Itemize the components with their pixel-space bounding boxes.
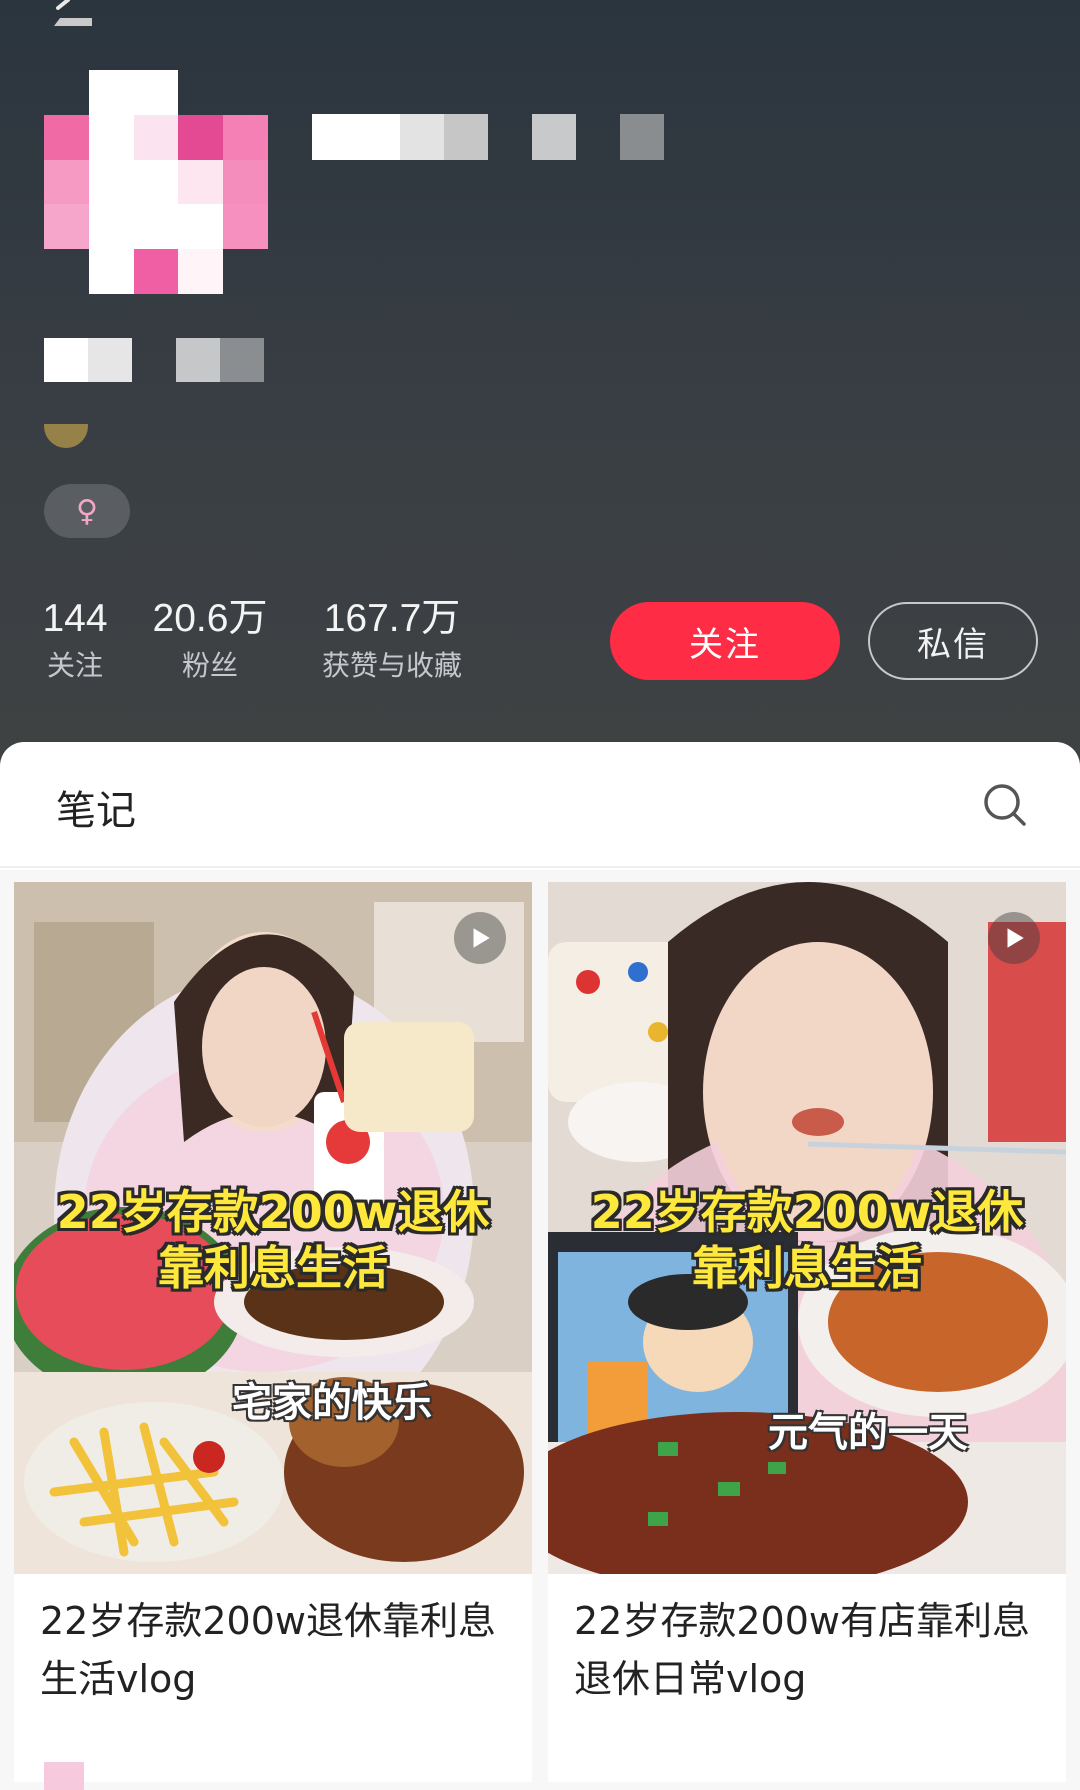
tab-notes[interactable]: 笔记: [56, 778, 136, 836]
note-cover-image: 22岁存款200w退休 靠利息生活 元气的一天: [548, 882, 1066, 1574]
likes-count: 167.7万: [323, 597, 461, 640]
profile-header: ♀ 144 关注 20.6万 粉丝 167.7万 获赞与收藏 关注 私信: [0, 0, 1080, 770]
cover-subtitle: 宅家的快乐: [232, 1380, 432, 1426]
video-badge: [454, 912, 506, 964]
username-redacted: [312, 114, 664, 160]
tab-bar: 笔记: [0, 742, 1080, 868]
cover-caption-line2: 靠利息生活: [692, 1241, 922, 1295]
user-id-redacted: [44, 338, 264, 382]
cover-caption: 22岁存款200w退休 靠利息生活: [14, 1184, 532, 1296]
video-badge: [988, 912, 1040, 964]
search-icon[interactable]: [982, 782, 1030, 830]
notes-panel: 笔记 22岁存款200w退休 靠利息生活 宅家的快乐 22岁存款200w退休靠利…: [0, 742, 1080, 1790]
cover-caption-line1: 22岁存款200w退休: [56, 1185, 490, 1239]
note-title[interactable]: 22岁存款200w有店靠利息退休日常vlog: [548, 1574, 1066, 1708]
note-card[interactable]: 22岁存款200w退休 靠利息生活 宅家的快乐 22岁存款200w退休靠利息生活…: [14, 882, 532, 1782]
play-icon: [473, 928, 490, 948]
stat-followers[interactable]: 20.6万 粉丝: [150, 596, 270, 686]
note-cover-image: 22岁存款200w退休 靠利息生活 宅家的快乐: [14, 882, 532, 1574]
stat-likes[interactable]: 167.7万 获赞与收藏: [312, 596, 472, 686]
female-icon: ♀: [76, 493, 98, 529]
avatar-mosaic: [44, 70, 268, 294]
profile-stats: 144 关注 20.6万 粉丝 167.7万 获赞与收藏: [0, 596, 600, 696]
cover-subtitle: 元气的一天: [768, 1410, 968, 1456]
followers-count: 20.6万: [152, 597, 268, 640]
avatar[interactable]: [44, 70, 268, 294]
back-button[interactable]: [50, 0, 94, 26]
likes-label: 获赞与收藏: [321, 649, 462, 682]
back-chevron-icon: [54, 0, 92, 26]
next-card-peek: [44, 1762, 84, 1790]
followers-label: 粉丝: [181, 649, 238, 682]
following-count: 144: [42, 597, 108, 640]
note-title[interactable]: 22岁存款200w退休靠利息生活vlog: [14, 1574, 532, 1708]
follow-button[interactable]: 关注: [610, 602, 840, 680]
note-card[interactable]: 22岁存款200w退休 靠利息生活 元气的一天 22岁存款200w有店靠利息退休…: [548, 882, 1066, 1782]
play-icon: [1007, 928, 1024, 948]
stat-following[interactable]: 144 关注: [40, 596, 110, 686]
level-badge: [44, 424, 88, 448]
cover-caption-line2: 靠利息生活: [158, 1241, 388, 1295]
cover-caption: 22岁存款200w退休 靠利息生活: [548, 1184, 1066, 1296]
message-button[interactable]: 私信: [868, 602, 1038, 680]
cover-caption-line1: 22岁存款200w退休: [590, 1185, 1024, 1239]
gender-tag: ♀: [44, 484, 130, 538]
following-label: 关注: [46, 649, 103, 682]
